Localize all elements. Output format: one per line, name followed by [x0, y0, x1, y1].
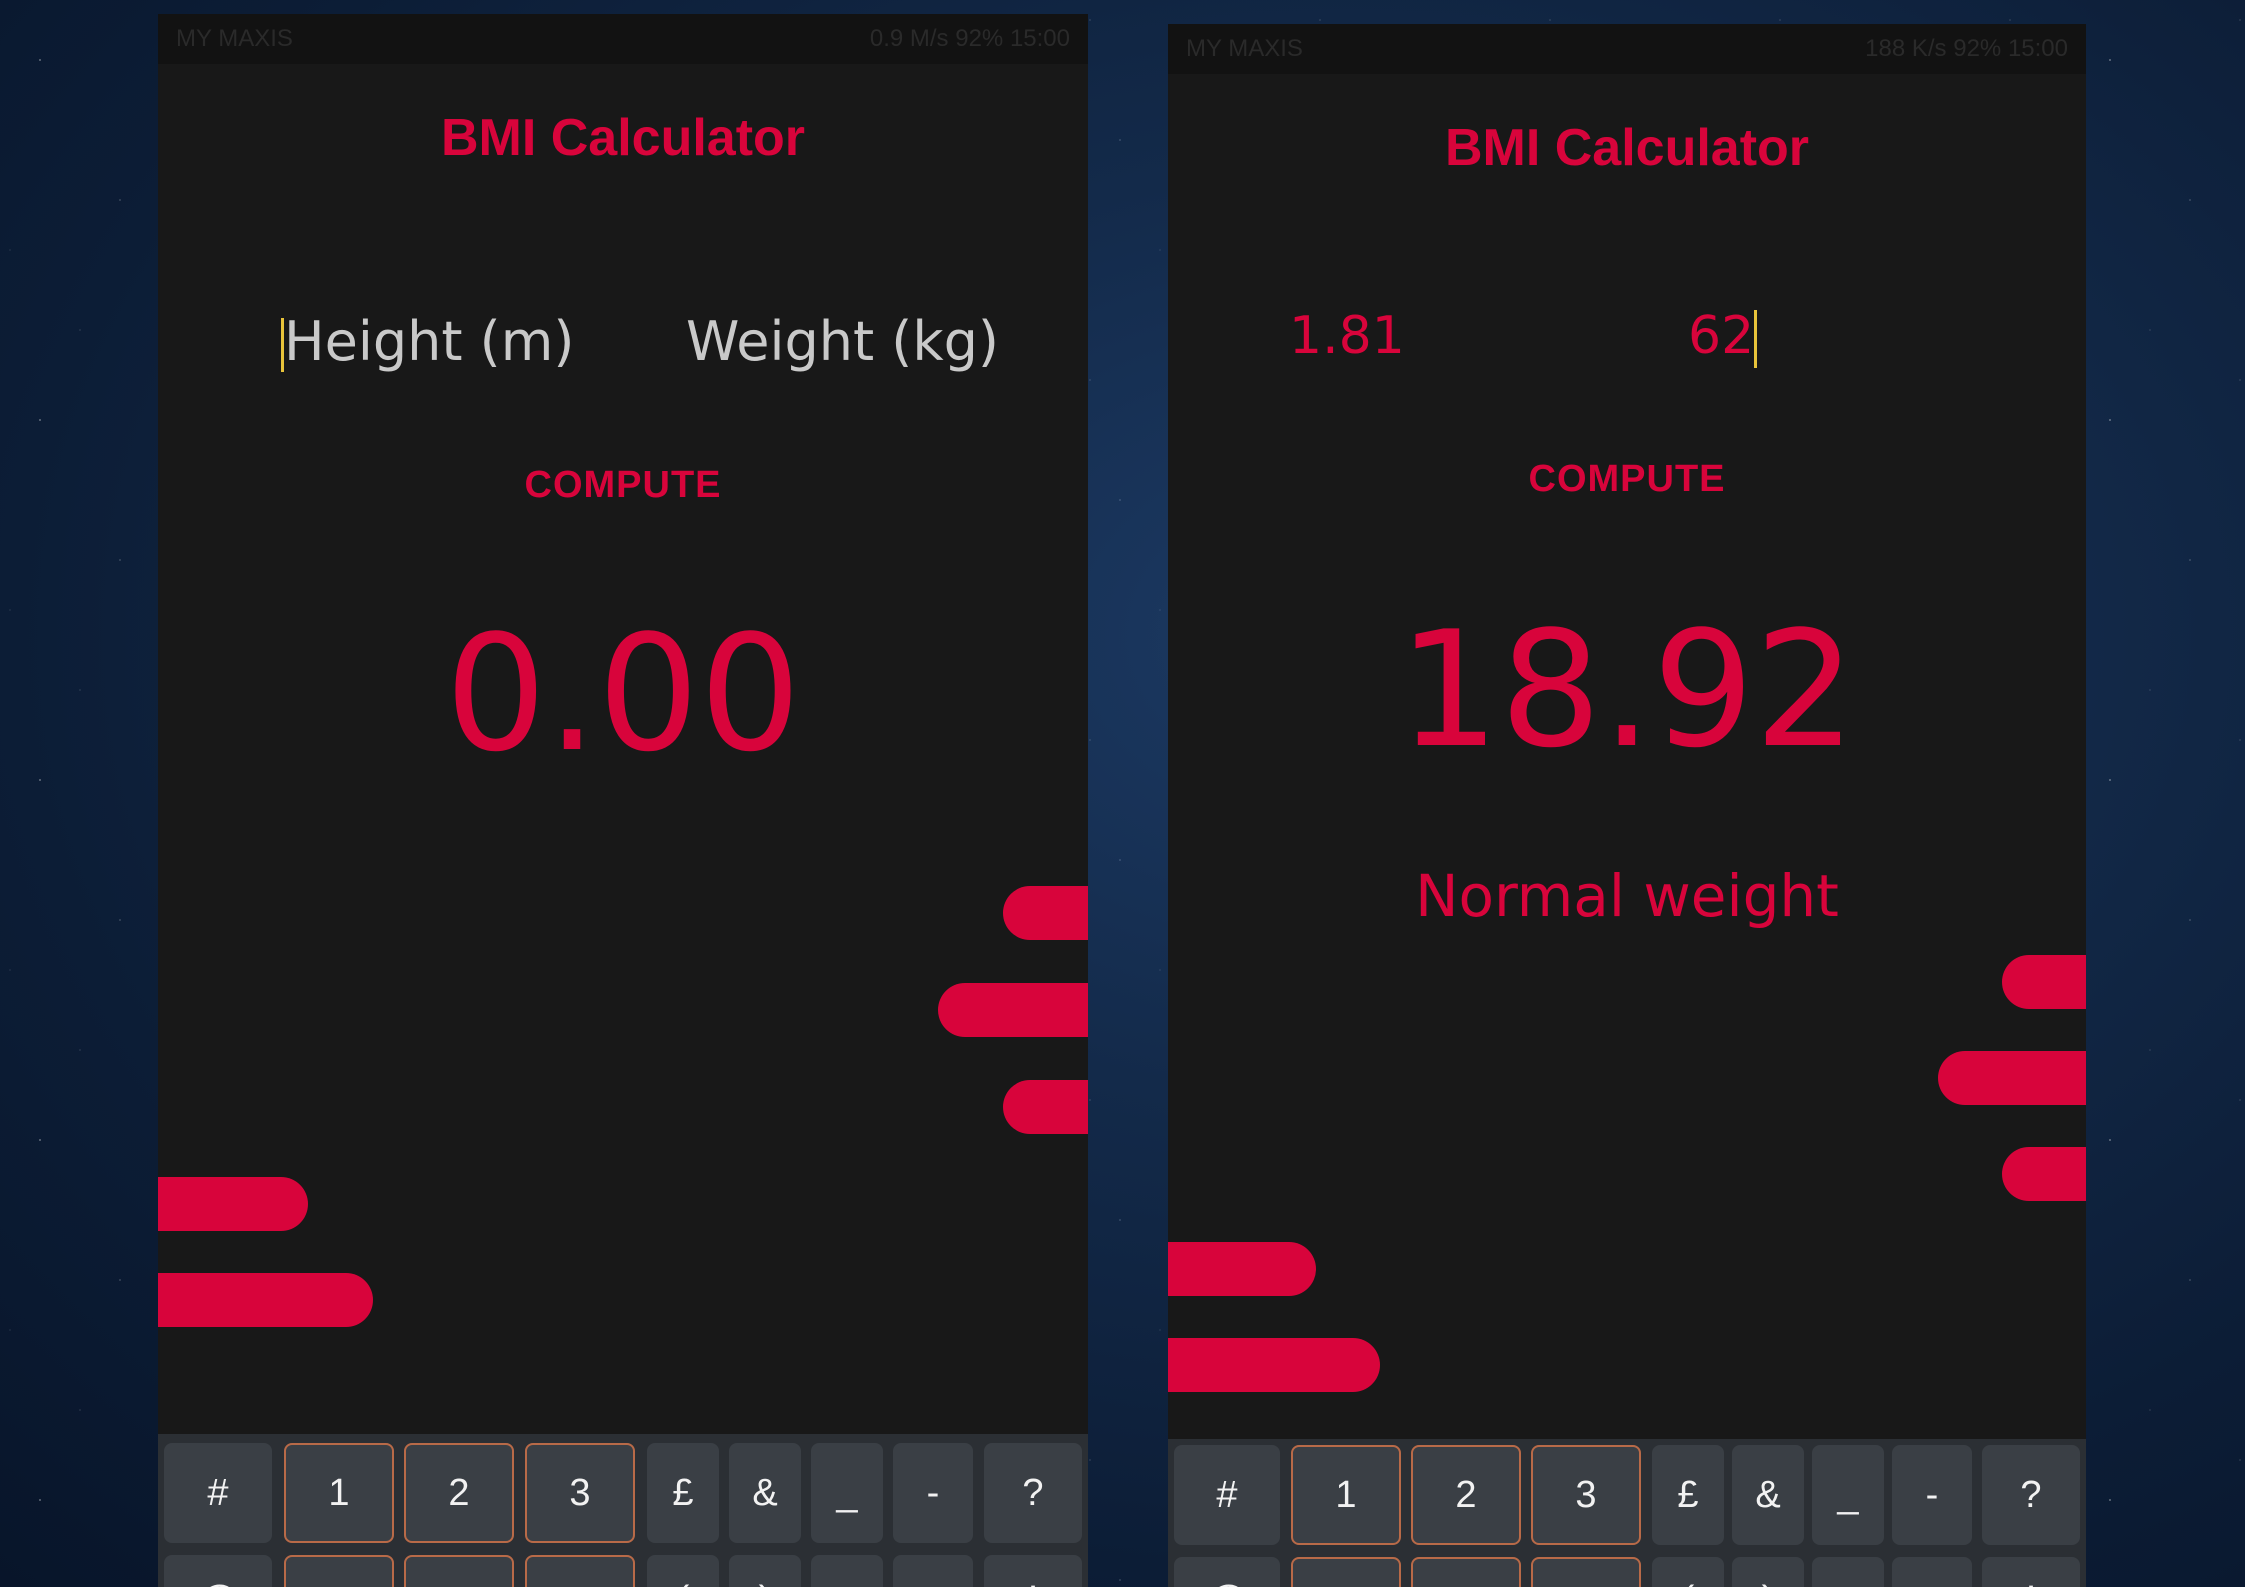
soft-keyboard: # 1 2 3 £ & _ - ? @ 4 5 6 ( ) = + !	[1168, 1439, 2086, 1587]
key[interactable]: 2	[404, 1443, 514, 1543]
status-bar: MY MAXIS 188 K/s 92% 15:00	[1168, 24, 2086, 74]
key[interactable]: ?	[1982, 1445, 2080, 1545]
key[interactable]: +	[893, 1555, 973, 1587]
key[interactable]: @	[1174, 1557, 1280, 1587]
key[interactable]: 3	[1531, 1445, 1641, 1545]
decor-pill	[1168, 1242, 1316, 1296]
key[interactable]: #	[164, 1443, 272, 1543]
height-placeholder: Height (m)	[284, 310, 575, 373]
height-input[interactable]: 1.81	[1289, 306, 1405, 366]
key[interactable]: )	[1732, 1557, 1804, 1587]
compute-button[interactable]: COMPUTE	[158, 464, 1088, 507]
decor-pill	[2002, 955, 2086, 1009]
height-input[interactable]: Height (m)	[281, 310, 574, 373]
bmi-result: 0.00	[444, 600, 802, 787]
key[interactable]: -	[893, 1443, 973, 1543]
key[interactable]: ?	[984, 1443, 1082, 1543]
key[interactable]: =	[811, 1555, 883, 1587]
phone-screen-right: MY MAXIS 188 K/s 92% 15:00 BMI Calculato…	[1168, 24, 2086, 1587]
key[interactable]: &	[1732, 1445, 1804, 1545]
decor-pill	[2002, 1147, 2086, 1201]
network-speed: 188 K/s	[1865, 35, 1947, 62]
app-title: BMI Calculator	[1444, 119, 1810, 177]
key[interactable]: 6	[525, 1555, 635, 1587]
decor-pill	[1938, 1051, 2086, 1105]
key[interactable]: (	[647, 1555, 719, 1587]
soft-keyboard: # 1 2 3 £ & _ - ? @ 4 5 6 ( ) = + !	[158, 1434, 1088, 1587]
key[interactable]: )	[729, 1555, 801, 1587]
key[interactable]: 4	[1291, 1557, 1401, 1587]
decor-pill	[1003, 886, 1088, 940]
key[interactable]: 6	[1531, 1557, 1641, 1587]
decor-pill	[158, 1273, 373, 1327]
weight-placeholder: Weight (kg)	[686, 310, 999, 373]
decor-pill	[158, 1177, 308, 1231]
decor-pill	[938, 983, 1088, 1037]
clock: 15:00	[2007, 35, 2068, 62]
compute-button[interactable]: COMPUTE	[1168, 458, 2086, 501]
battery-level: 92%	[1953, 35, 2002, 62]
key[interactable]: 2	[1411, 1445, 1521, 1545]
key[interactable]: 5	[404, 1555, 514, 1587]
key[interactable]: £	[647, 1443, 719, 1543]
key[interactable]: @	[164, 1555, 272, 1587]
height-value: 1.81	[1289, 306, 1405, 366]
key[interactable]: &	[729, 1443, 801, 1543]
key[interactable]: +	[1892, 1557, 1972, 1587]
key[interactable]: 1	[1291, 1445, 1401, 1545]
key[interactable]: (	[1652, 1557, 1724, 1587]
bmi-category: Normal weight	[1415, 862, 1839, 930]
clock: 15:00	[1009, 25, 1070, 52]
key[interactable]: =	[1812, 1557, 1884, 1587]
status-bar: MY MAXIS 0.9 M/s 92% 15:00	[158, 14, 1088, 64]
key[interactable]: £	[1652, 1445, 1724, 1545]
key[interactable]: -	[1892, 1445, 1972, 1545]
weight-input[interactable]: 62	[1688, 306, 1758, 368]
carrier-label: MY MAXIS	[1186, 35, 1303, 62]
key[interactable]: !	[984, 1555, 1082, 1587]
weight-input[interactable]: Weight (kg)	[686, 310, 999, 373]
weight-value: 62	[1688, 306, 1755, 366]
battery-level: 92%	[955, 25, 1004, 52]
key[interactable]: !	[1982, 1557, 2080, 1587]
key[interactable]: 3	[525, 1443, 635, 1543]
key[interactable]: 4	[284, 1555, 394, 1587]
decor-pill	[1003, 1080, 1088, 1134]
decor-pill	[1168, 1338, 1380, 1392]
phone-screen-left: MY MAXIS 0.9 M/s 92% 15:00 BMI Calculato…	[158, 14, 1088, 1587]
network-speed: 0.9 M/s	[869, 25, 949, 52]
text-caret	[1754, 310, 1758, 368]
key[interactable]: 1	[284, 1443, 394, 1543]
bmi-result: 18.92	[1397, 596, 1857, 783]
app-title: BMI Calculator	[440, 109, 806, 167]
key[interactable]: 5	[1411, 1557, 1521, 1587]
key[interactable]: #	[1174, 1445, 1280, 1545]
key[interactable]: _	[1812, 1445, 1884, 1545]
carrier-label: MY MAXIS	[176, 25, 293, 52]
key[interactable]: _	[811, 1443, 883, 1543]
